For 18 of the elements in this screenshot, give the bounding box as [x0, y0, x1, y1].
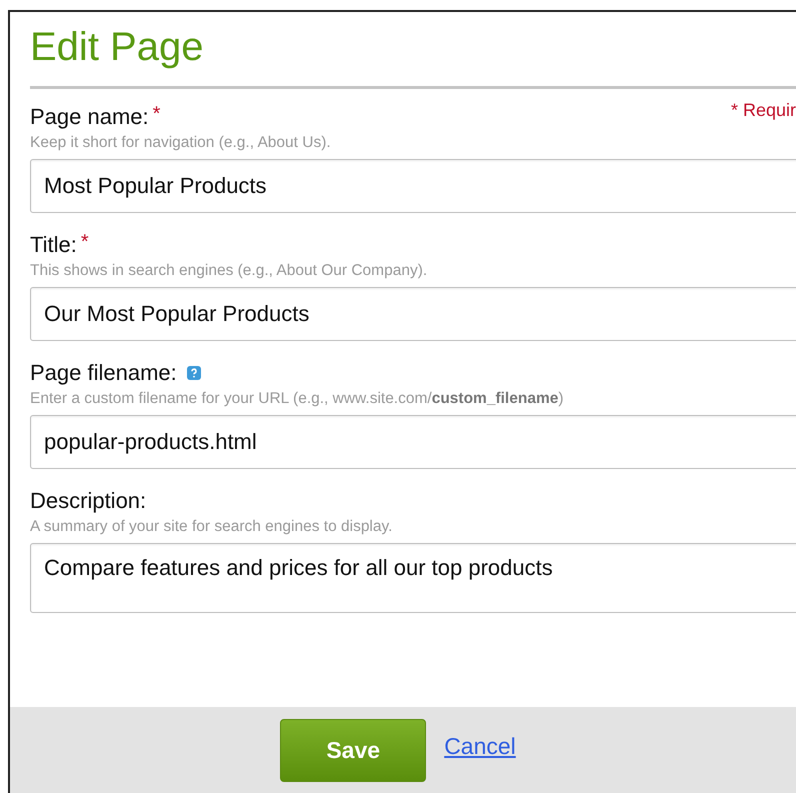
field-label: Description:	[30, 488, 146, 514]
field-hint: A summary of your site for search engines to display.	[30, 518, 394, 536]
description-field[interactable]: Compare features and prices for all our top products	[30, 543, 796, 613]
field-label: Page filename:	[30, 360, 177, 386]
text-field[interactable]: Most Popular Products	[30, 159, 796, 213]
required-note: * Requir	[730, 100, 796, 121]
cancel-link[interactable]: Cancel	[444, 732, 516, 760]
help-icon[interactable]	[186, 366, 201, 380]
required-asterisk: *	[152, 103, 160, 126]
field-label: Title:	[30, 232, 77, 258]
field-label: Page name:	[30, 104, 149, 130]
field-hint: Enter a custom filename for your URL (e.g., www.site.com/custom_filename)	[30, 390, 565, 408]
text-field[interactable]: popular-products.html	[30, 415, 796, 469]
dialog-title: Edit Page	[30, 24, 204, 71]
field-hint: Keep it short for navigation (e.g., About Us).	[30, 134, 332, 152]
text-field[interactable]: Our Most Popular Products	[30, 287, 796, 341]
field-hint: This shows in search engines (e.g., About Our Company).	[30, 262, 428, 280]
required-asterisk: *	[80, 231, 89, 254]
